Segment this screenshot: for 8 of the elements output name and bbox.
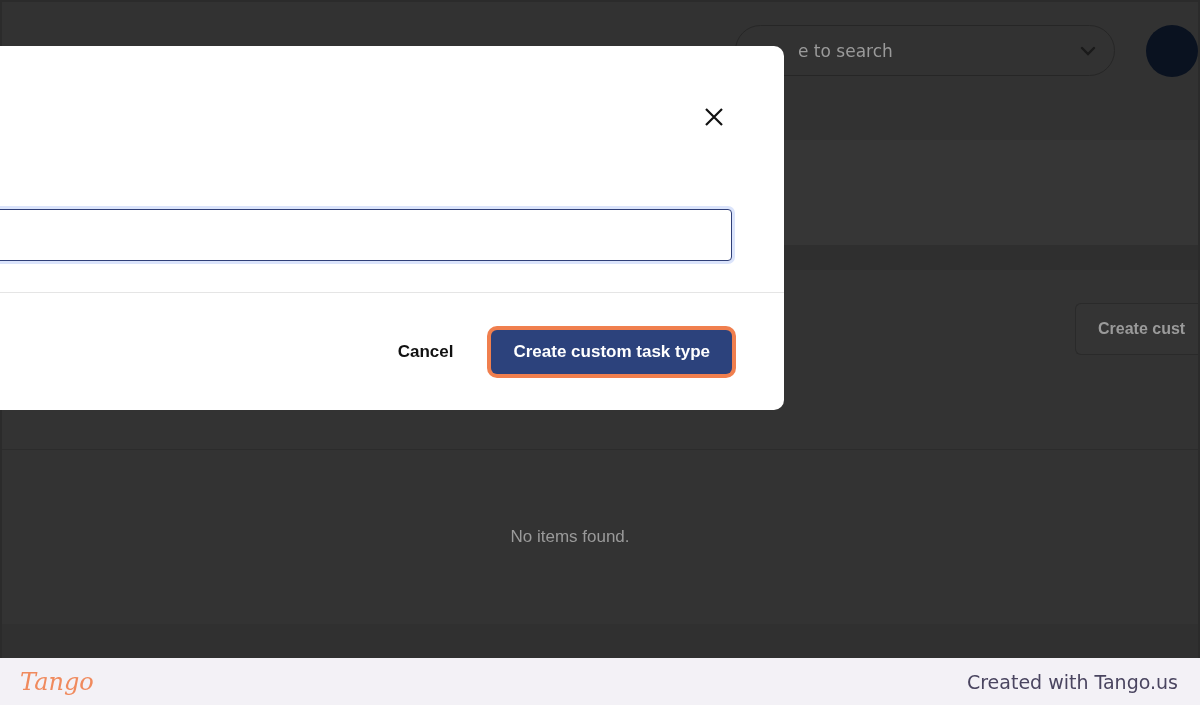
cancel-button[interactable]: Cancel bbox=[393, 329, 458, 374]
input-field[interactable] bbox=[0, 209, 732, 261]
chevron-down-icon bbox=[1080, 45, 1096, 56]
create-button[interactable]: Create cust bbox=[1075, 303, 1198, 355]
empty-message: No items found. bbox=[510, 527, 630, 547]
search-placeholder: e to search bbox=[798, 40, 894, 61]
tango-logo: Tango bbox=[20, 667, 94, 696]
credit-text: Created with Tango.us bbox=[966, 670, 1178, 693]
